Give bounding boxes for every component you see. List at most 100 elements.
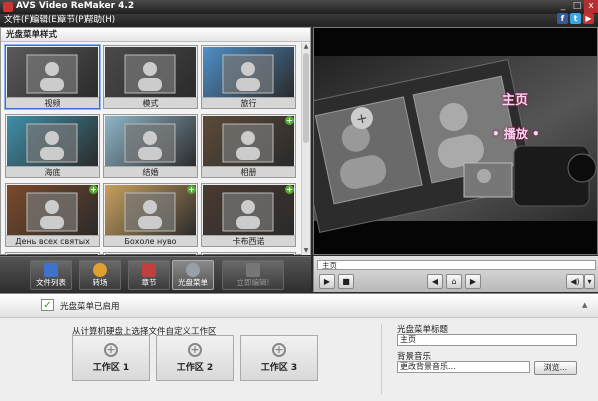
disc-menu-enabled-label: 光盘菜单已启用 bbox=[60, 302, 120, 312]
style-label: 模式 bbox=[104, 97, 197, 108]
menu-help[interactable]: 帮助(H) bbox=[85, 14, 115, 26]
photo-placeholder-icon bbox=[124, 192, 176, 232]
menu-style-tile[interactable]: 视频 bbox=[5, 45, 100, 109]
next-chapter-button[interactable]: ▶ bbox=[465, 274, 481, 289]
edit-now-label: 立即编辑! bbox=[236, 278, 270, 287]
style-label: Бохоле нуво bbox=[104, 235, 197, 246]
minimize-button[interactable]: _ bbox=[556, 0, 570, 13]
style-thumbnail bbox=[203, 47, 294, 98]
photo-placeholder-icon bbox=[105, 254, 196, 255]
menu-edit[interactable]: 编辑(E) bbox=[31, 14, 60, 26]
menu-style-tile[interactable]: 模式 bbox=[103, 45, 198, 109]
photo-placeholder-icon bbox=[124, 54, 176, 94]
twitter-icon[interactable]: t bbox=[570, 13, 581, 24]
workspace-label: 工作区 1 bbox=[92, 363, 130, 373]
menu-style-grid: 视频 模式 旅行海底 结婚 + 相册 + День всех святых + Бохоле ну… bbox=[1, 43, 301, 255]
edit-now-button[interactable]: 立即编辑! bbox=[222, 260, 284, 290]
photo-placeholder-icon bbox=[222, 192, 274, 232]
style-thumbnail bbox=[203, 185, 294, 236]
menu-style-tile[interactable]: + Бохоле нуво bbox=[103, 183, 198, 247]
youtube-icon[interactable]: ▶ bbox=[583, 13, 594, 24]
style-thumbnail bbox=[7, 254, 98, 255]
close-button[interactable]: x bbox=[584, 0, 598, 13]
style-label: 结婚 bbox=[104, 166, 197, 177]
photo-placeholder-icon bbox=[26, 54, 78, 94]
disc-menu-button[interactable]: 光盘菜单 bbox=[172, 260, 214, 290]
style-thumbnail bbox=[105, 254, 196, 255]
photo-placeholder-icon bbox=[26, 123, 78, 163]
main-toolbar: 文件列表 转场 章节 光盘菜单 立即编辑! bbox=[0, 256, 311, 292]
chapter-label: 章节 bbox=[141, 278, 157, 287]
menu-style-tile[interactable]: + День всех святых bbox=[5, 183, 100, 247]
menu-style-tile[interactable]: + 卡布西诺 bbox=[201, 183, 296, 247]
disc-menu-enabled-checkbox[interactable]: ✓ bbox=[41, 299, 54, 311]
style-label: День всех святых bbox=[6, 235, 99, 246]
disc-menu-label: 光盘菜单 bbox=[178, 278, 208, 287]
browse-button[interactable]: 浏览... bbox=[534, 361, 577, 375]
add-icon: + bbox=[188, 343, 202, 357]
preview-play-label: • 播放 • bbox=[492, 127, 540, 141]
style-label: 相册 bbox=[202, 166, 295, 177]
menu-title-input[interactable]: 主页 bbox=[397, 334, 577, 346]
add-style-icon[interactable]: + bbox=[187, 185, 196, 194]
file-list-icon bbox=[44, 263, 58, 277]
maximize-button[interactable]: □ bbox=[570, 0, 584, 13]
photo-placeholder-icon bbox=[203, 254, 294, 255]
style-thumbnail bbox=[203, 116, 294, 167]
style-label: 海底 bbox=[6, 166, 99, 177]
play-button[interactable]: ▶ bbox=[319, 274, 335, 289]
style-label: 视频 bbox=[6, 97, 99, 108]
transition-button[interactable]: 转场 bbox=[79, 260, 121, 290]
workspace-2[interactable]: + 工作区 2 bbox=[156, 335, 234, 381]
menu-style-tile[interactable]: + 相册 bbox=[201, 114, 296, 178]
workspace-label: 工作区 3 bbox=[260, 363, 298, 373]
title-bar: AVS Video ReMaker 4.2 _ □ x bbox=[0, 0, 598, 14]
home-button[interactable]: ⌂ bbox=[446, 274, 462, 289]
add-icon: + bbox=[104, 343, 118, 357]
collapse-icon[interactable]: ▲ bbox=[582, 301, 587, 309]
style-thumbnail bbox=[7, 116, 98, 167]
player-controls: 主页 ▶ ■ ◀ ⌂ ▶ ◀) ▾ bbox=[313, 256, 598, 292]
menu-style-tile[interactable] bbox=[103, 252, 198, 255]
menu-style-tile[interactable]: 结婚 bbox=[103, 114, 198, 178]
style-scrollbar[interactable]: ▲ ▼ bbox=[301, 43, 310, 255]
prev-chapter-button[interactable]: ◀ bbox=[427, 274, 443, 289]
workspace-label: 工作区 2 bbox=[176, 363, 214, 373]
facebook-icon[interactable]: f bbox=[557, 13, 568, 24]
divider bbox=[381, 324, 382, 394]
workspace-1[interactable]: + 工作区 1 bbox=[72, 335, 150, 381]
workspace-3[interactable]: + 工作区 3 bbox=[240, 335, 318, 381]
scroll-down-icon[interactable]: ▼ bbox=[302, 247, 310, 255]
menu-bar: 文件(F) 编辑(E) 章节(P) 帮助(H) bbox=[0, 14, 598, 26]
menu-file[interactable]: 文件(F) bbox=[4, 14, 33, 26]
style-thumbnail bbox=[203, 254, 294, 255]
video-preview: + 主页 • 播放 • bbox=[313, 27, 598, 255]
timeline-chapter: 主页 bbox=[322, 261, 337, 270]
menu-chapter[interactable]: 章节(P) bbox=[58, 14, 87, 26]
style-thumbnail bbox=[105, 116, 196, 167]
background-music-input[interactable]: 更改背景音乐... bbox=[397, 361, 530, 373]
style-label: 旅行 bbox=[202, 97, 295, 108]
menu-style-tile[interactable] bbox=[201, 252, 296, 255]
scroll-thumb[interactable] bbox=[303, 53, 309, 143]
menu-style-tile[interactable]: 旅行 bbox=[201, 45, 296, 109]
menu-style-tile[interactable]: 海底 bbox=[5, 114, 100, 178]
chapter-button[interactable]: 章节 bbox=[128, 260, 170, 290]
disc-menu-icon bbox=[186, 263, 200, 277]
photo-placeholder-icon bbox=[222, 123, 274, 163]
stop-button[interactable]: ■ bbox=[338, 274, 354, 289]
style-thumbnail bbox=[105, 185, 196, 236]
file-list-button[interactable]: 文件列表 bbox=[30, 260, 72, 290]
style-thumbnail bbox=[7, 47, 98, 98]
menu-style-tile[interactable] bbox=[5, 252, 100, 255]
timeline[interactable]: 主页 bbox=[317, 260, 596, 270]
transition-label: 转场 bbox=[92, 278, 108, 287]
window-title: AVS Video ReMaker 4.2 bbox=[16, 1, 135, 11]
add-style-icon[interactable]: + bbox=[285, 185, 294, 194]
volume-button[interactable]: ◀) bbox=[566, 274, 584, 289]
chapter-icon bbox=[142, 263, 156, 277]
add-style-icon[interactable]: + bbox=[285, 116, 294, 125]
scroll-up-icon[interactable]: ▲ bbox=[302, 43, 310, 51]
add-style-icon[interactable]: + bbox=[89, 185, 98, 194]
volume-dropdown[interactable]: ▾ bbox=[584, 274, 595, 289]
